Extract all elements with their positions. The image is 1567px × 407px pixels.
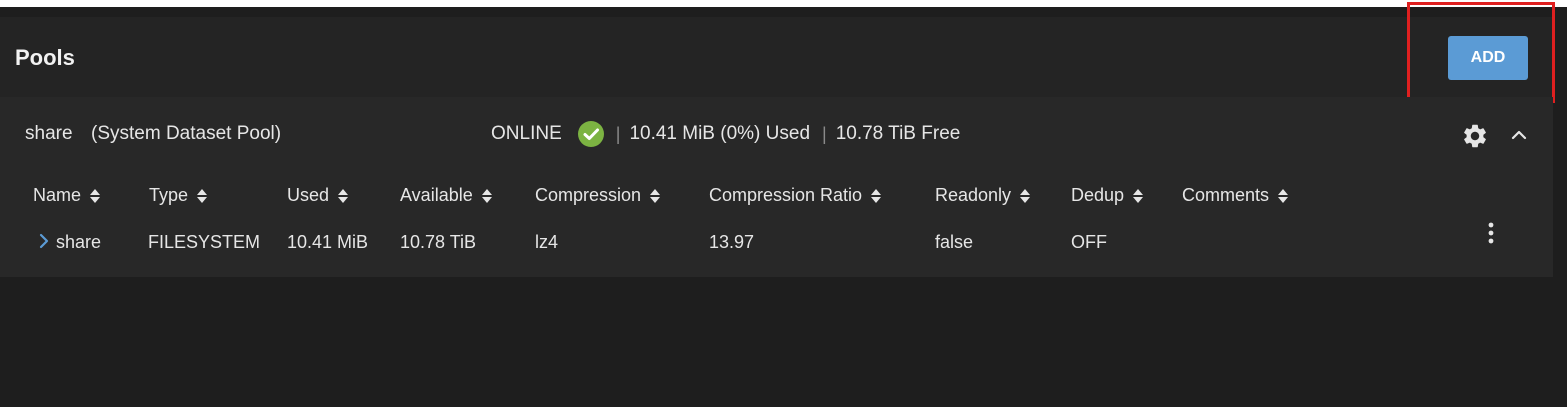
- column-header-compression[interactable]: Compression: [535, 185, 661, 206]
- pool-free: 10.78 TiB Free: [835, 123, 961, 144]
- sort-icon: [650, 188, 661, 203]
- sort-icon: [338, 188, 349, 203]
- column-header-comments[interactable]: Comments: [1182, 185, 1289, 206]
- top-strip: [0, 0, 1567, 7]
- column-header-label: Available: [400, 185, 473, 205]
- column-header-label: Readonly: [935, 185, 1012, 205]
- column-header-label: Dedup: [1071, 185, 1125, 205]
- gear-icon[interactable]: [1461, 122, 1489, 150]
- column-header-label: Compression: [535, 185, 642, 205]
- pool-used: 10.41 MiB (0%) Used: [629, 123, 811, 144]
- more-vert-icon[interactable]: [1482, 221, 1500, 245]
- cell-type: FILESYSTEM: [148, 232, 261, 252]
- column-header-label: Name: [33, 185, 82, 205]
- column-header-label: Type: [149, 185, 189, 205]
- check-circle-icon: [577, 121, 604, 147]
- sort-icon: [197, 188, 208, 203]
- column-header-used[interactable]: Used: [287, 185, 349, 206]
- sort-icon: [90, 188, 101, 203]
- add-button[interactable]: ADD: [1448, 36, 1528, 80]
- column-header-dedup[interactable]: Dedup: [1071, 185, 1144, 206]
- page-title: Pools: [15, 45, 75, 70]
- cell-readonly: false: [935, 232, 974, 252]
- column-header-label: Comments: [1182, 185, 1270, 205]
- separator: |: [822, 123, 827, 144]
- column-header-readonly[interactable]: Readonly: [935, 185, 1031, 206]
- pool-panel: share (System Dataset Pool) ONLINE | 10.…: [0, 97, 1553, 277]
- cell-compression: lz4: [535, 232, 559, 252]
- cell-used: 10.41 MiB: [287, 232, 369, 252]
- column-header-type[interactable]: Type: [149, 185, 208, 206]
- sort-icon: [871, 188, 882, 203]
- chevron-up-icon[interactable]: [1509, 125, 1529, 145]
- sort-icon: [1133, 188, 1144, 203]
- pool-description: (System Dataset Pool): [91, 123, 282, 144]
- column-header-available[interactable]: Available: [400, 185, 493, 206]
- cell-name: share: [56, 232, 102, 252]
- cell-available: 10.78 TiB: [400, 232, 477, 252]
- sort-icon: [1278, 188, 1289, 203]
- separator: |: [615, 123, 621, 144]
- pool-status-label: ONLINE: [491, 123, 562, 144]
- pool-status: ONLINE | 10.41 MiB (0%) Used | 10.78 TiB…: [491, 121, 960, 147]
- column-header-label: Compression Ratio: [709, 185, 863, 205]
- cell-compression-ratio: 13.97: [709, 232, 755, 252]
- chevron-right-icon[interactable]: [38, 233, 50, 249]
- cell-dedup: OFF: [1071, 232, 1107, 252]
- pool-name: share: [25, 123, 73, 144]
- pool-header: share (System Dataset Pool) ONLINE | 10.…: [0, 97, 1553, 171]
- column-header-label: Used: [287, 185, 330, 205]
- column-header-name[interactable]: Name: [33, 185, 101, 206]
- sort-icon: [1020, 188, 1031, 203]
- column-header-compression-ratio[interactable]: Compression Ratio: [709, 185, 882, 206]
- sort-icon: [481, 188, 492, 203]
